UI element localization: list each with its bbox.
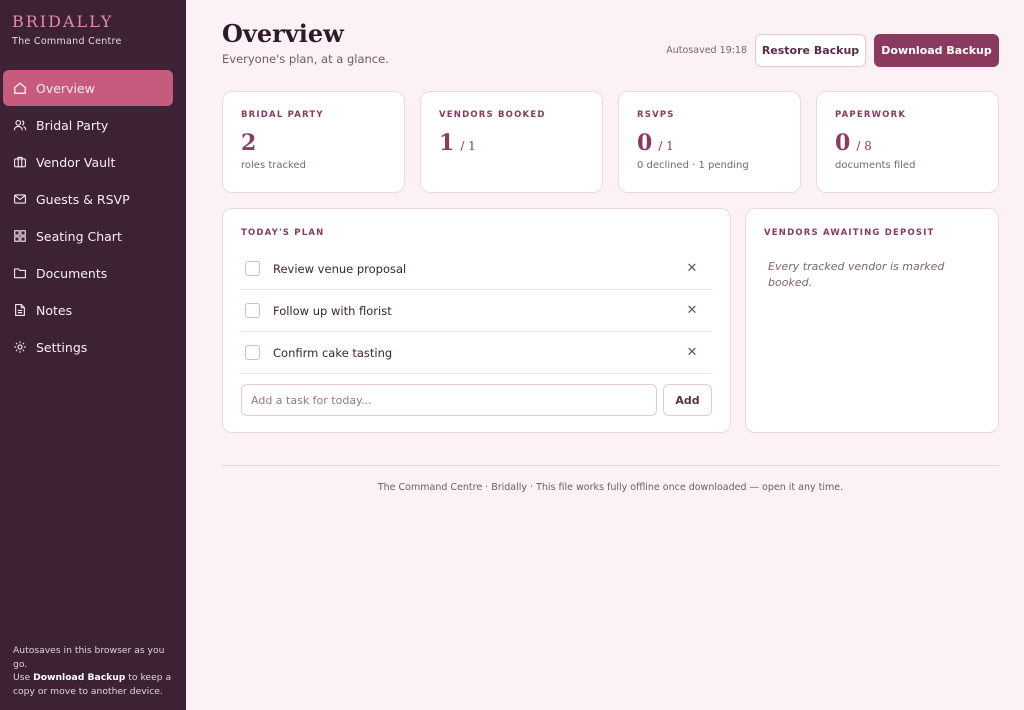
task-text: Review venue proposal — [273, 261, 407, 276]
stat-caption: roles tracked — [241, 160, 306, 171]
stat-total: / 1 — [658, 139, 674, 153]
stat-value: 2 — [241, 130, 257, 156]
document-icon — [13, 303, 27, 317]
folder-icon — [13, 266, 27, 280]
stat-caption: 0 declined · 1 pending — [637, 160, 749, 171]
stat-label: RSVPS — [637, 110, 675, 120]
deposit-empty-message: Every tracked vendor is marked booked. — [768, 260, 945, 289]
vendors-awaiting-deposit-card: VENDORS AWAITING DEPOSIT Every tracked v… — [745, 208, 999, 433]
sidebar-item-notes[interactable]: Notes — [3, 292, 173, 328]
backup-note-prefix: Use — [13, 672, 34, 683]
users-icon — [13, 118, 27, 132]
sidebar-item-label: Guests & RSVP — [36, 191, 130, 207]
stat-value-row: 0 / 8 — [835, 130, 980, 156]
stat-label: VENDORS BOOKED — [439, 110, 546, 120]
grid-icon — [13, 229, 27, 243]
deposit-heading: VENDORS AWAITING DEPOSIT — [764, 228, 935, 238]
task-text: Confirm cake tasting — [273, 345, 393, 360]
backup-note-bold: Download Backup — [33, 672, 126, 683]
task-checkbox[interactable] — [245, 345, 260, 360]
task-row: Review venue proposal ✕ — [241, 248, 712, 290]
add-task-button[interactable]: Add — [663, 384, 712, 416]
sidebar-nav: Overview Bridal Party Vendor Vault Guest… — [3, 70, 173, 366]
sidebar-item-bridal-party[interactable]: Bridal Party — [3, 107, 173, 143]
sidebar-item-label: Notes — [36, 302, 73, 318]
todays-plan-card: TODAY'S PLAN Review venue proposal ✕ Fol… — [222, 208, 731, 433]
stat-card-rsvps: RSVPS 0 / 1 0 declined · 1 pending — [618, 91, 801, 193]
autosave-status: Autosaved 19:18 — [666, 45, 747, 56]
footer-divider — [222, 465, 999, 466]
sidebar-footer-note: Autosaves in this browser as you go. Use… — [13, 644, 173, 698]
stat-label: BRIDAL PARTY — [241, 110, 324, 120]
sidebar-item-vendor-vault[interactable]: Vendor Vault — [3, 144, 173, 180]
new-task-input[interactable] — [241, 384, 657, 416]
stat-total: / 1 — [460, 139, 476, 153]
close-icon[interactable]: ✕ — [684, 261, 700, 277]
sidebar-item-label: Settings — [36, 339, 88, 355]
stat-value-row: 1 / 1 — [439, 130, 584, 156]
stat-label: PAPERWORK — [835, 110, 907, 120]
close-icon[interactable]: ✕ — [684, 345, 700, 361]
sidebar-item-overview[interactable]: Overview — [3, 70, 173, 106]
stat-value-row: 0 / 1 — [637, 130, 782, 156]
stat-value: 0 — [637, 130, 653, 156]
sidebar: BRIDALLY The Command Centre Overview Bri… — [0, 0, 186, 710]
backup-note: Use Download Backup to keep a copy or mo… — [13, 671, 173, 698]
task-checkbox[interactable] — [245, 261, 260, 276]
sidebar-item-label: Bridal Party — [36, 117, 109, 133]
brand: BRIDALLY The Command Centre — [12, 12, 122, 47]
sidebar-item-guests-rsvp[interactable]: Guests & RSVP — [3, 181, 173, 217]
stat-value-row: 2 — [241, 130, 386, 156]
task-row: Confirm cake tasting ✕ — [241, 332, 712, 374]
page-title: Overview — [222, 19, 344, 48]
sidebar-item-label: Seating Chart — [36, 228, 122, 244]
sidebar-item-seating-chart[interactable]: Seating Chart — [3, 218, 173, 254]
home-icon — [13, 81, 27, 95]
sidebar-item-documents[interactable]: Documents — [3, 255, 173, 291]
task-list: Review venue proposal ✕ Follow up with f… — [241, 248, 712, 374]
task-row: Follow up with florist ✕ — [241, 290, 712, 332]
page-subtitle: Everyone's plan, at a glance. — [222, 52, 389, 66]
sidebar-item-label: Documents — [36, 265, 108, 281]
task-text: Follow up with florist — [273, 303, 392, 318]
stat-card-bridal-party: BRIDAL PARTY 2 roles tracked — [222, 91, 405, 193]
envelope-icon — [13, 192, 27, 206]
briefcase-icon — [13, 155, 27, 169]
close-icon[interactable]: ✕ — [684, 303, 700, 319]
page-footer: The Command Centre · Bridally · This fil… — [377, 482, 844, 493]
task-checkbox[interactable] — [245, 303, 260, 318]
stat-value: 1 — [439, 130, 455, 156]
stat-card-vendors-booked: VENDORS BOOKED 1 / 1 — [420, 91, 603, 193]
stat-card-paperwork: PAPERWORK 0 / 8 documents filed — [816, 91, 999, 193]
sidebar-item-label: Vendor Vault — [36, 154, 116, 170]
sidebar-item-label: Overview — [36, 80, 95, 96]
restore-backup-button[interactable]: Restore Backup — [755, 34, 866, 67]
stat-total: / 8 — [856, 139, 872, 153]
brand-name: BRIDALLY — [12, 12, 114, 31]
todays-plan-heading: TODAY'S PLAN — [241, 228, 325, 238]
gear-icon — [13, 340, 27, 354]
stat-value: 0 — [835, 130, 851, 156]
autosave-note: Autosaves in this browser as you go. — [13, 645, 165, 670]
sidebar-item-settings[interactable]: Settings — [3, 329, 173, 365]
brand-subtitle: The Command Centre — [12, 36, 122, 47]
download-backup-button[interactable]: Download Backup — [874, 34, 999, 67]
stat-caption: documents filed — [835, 160, 916, 171]
